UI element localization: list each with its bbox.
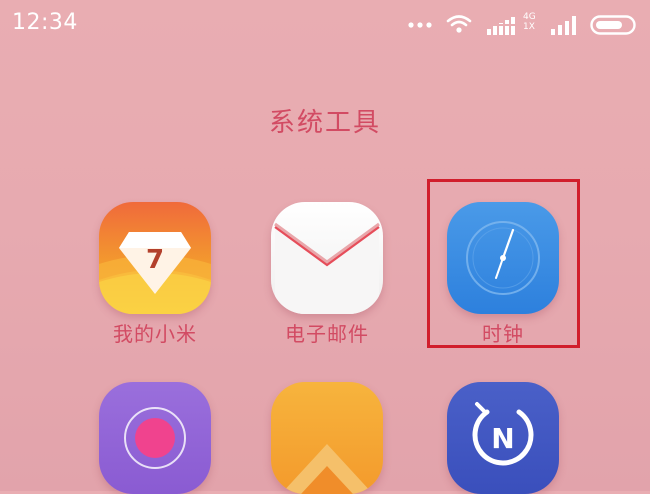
compass-n-icon[interactable]: N	[447, 382, 559, 494]
record-icon[interactable]	[99, 382, 211, 494]
folder-title: 系统工具	[268, 108, 381, 138]
status-time: 12:34	[12, 10, 78, 35]
battery-icon	[590, 15, 636, 35]
signal-icon	[551, 16, 576, 35]
status-icons: 4G 1X	[408, 8, 638, 40]
network-type-bottom: 1X	[523, 22, 535, 32]
app-mi-account[interactable]: 7 我的小米	[80, 202, 230, 347]
status-bar: 12:34 4G 1X	[0, 0, 650, 50]
app-label-email: 电子邮件	[285, 322, 369, 346]
dots-icon	[408, 22, 432, 28]
wifi-icon	[446, 15, 472, 33]
app-orange[interactable]	[252, 382, 402, 494]
network-type-labels: 4G 1X	[523, 12, 545, 32]
data-bars-icon	[487, 17, 515, 35]
mi-account-icon[interactable]: 7	[99, 202, 211, 314]
app-email[interactable]: 电子邮件	[252, 202, 402, 347]
highlight-box	[427, 179, 580, 348]
app-label-mi-account: 我的小米	[113, 322, 197, 346]
orange-app-icon[interactable]	[271, 382, 383, 494]
network-type-top: 4G	[523, 12, 536, 22]
app-compass[interactable]: N	[428, 382, 578, 494]
compass-letter: N	[491, 422, 514, 455]
mi-badge-number: 7	[146, 245, 164, 275]
email-icon[interactable]	[271, 202, 383, 314]
app-recorder[interactable]	[80, 382, 230, 494]
